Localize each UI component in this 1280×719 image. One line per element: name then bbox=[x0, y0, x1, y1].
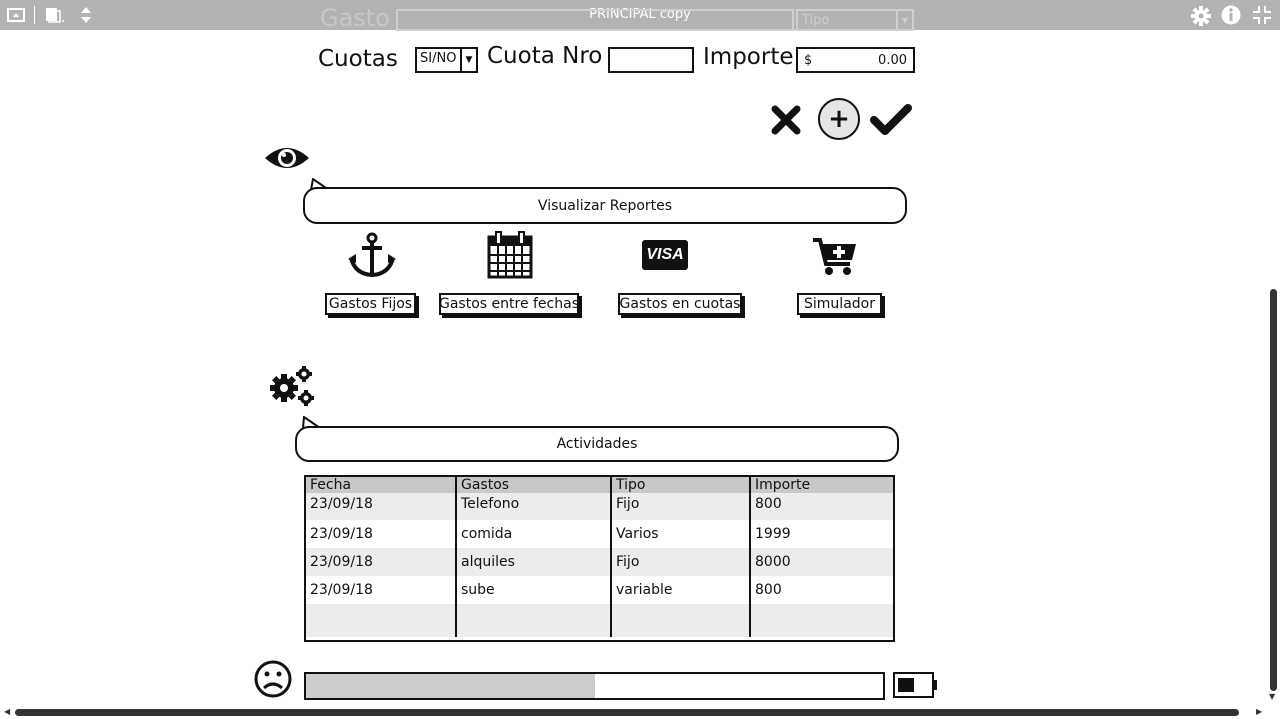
column-header-tipo[interactable]: Tipo bbox=[611, 477, 751, 493]
table-cell: comida bbox=[456, 520, 612, 548]
gastos-en-cuotas-button[interactable]: Gastos en cuotas bbox=[618, 293, 742, 315]
progress-fill bbox=[306, 674, 595, 698]
anchor-icon bbox=[347, 232, 397, 282]
table-cell: 800 bbox=[755, 582, 782, 598]
column-header-fecha[interactable]: Fecha bbox=[306, 477, 457, 493]
gastos-fijos-button[interactable]: Gastos Fijos bbox=[325, 293, 416, 315]
expand-icon[interactable] bbox=[79, 5, 93, 28]
activities-table: Fecha Gastos Tipo Importe 23/09/18 Telef… bbox=[304, 475, 895, 642]
reports-callout: Visualizar Reportes bbox=[303, 187, 907, 224]
scroll-down-arrow-icon[interactable]: ▼ bbox=[1269, 692, 1275, 701]
scroll-right-arrow-icon[interactable]: ▶ bbox=[1256, 707, 1262, 716]
tipo-select-value: Tipo bbox=[802, 12, 830, 28]
table-row[interactable]: 23/09/18 Telefono Fijo 800 bbox=[306, 493, 893, 520]
toolbar-divider bbox=[34, 6, 35, 24]
gears-icon bbox=[268, 364, 316, 412]
cart-plus-icon bbox=[812, 236, 858, 280]
cuota-nro-label: Cuota Nro bbox=[487, 43, 603, 69]
calendar-icon bbox=[487, 231, 533, 283]
battery-icon bbox=[893, 672, 939, 702]
table-cell: 23/09/18 bbox=[306, 576, 457, 604]
table-cell: 800 bbox=[750, 493, 893, 520]
table-cell bbox=[611, 604, 751, 637]
copy-pages-icon[interactable] bbox=[44, 6, 66, 27]
importe-input[interactable]: $ 0.00 bbox=[796, 47, 915, 73]
scroll-left-arrow-icon[interactable]: ◀ bbox=[4, 707, 10, 716]
cuotas-label: Cuotas bbox=[318, 46, 398, 72]
gastos-entre-fechas-button[interactable]: Gastos entre fechas bbox=[439, 293, 579, 315]
x-icon[interactable] bbox=[770, 104, 802, 140]
importe-label: Importe bbox=[703, 44, 794, 70]
column-header-gastos[interactable]: Gastos bbox=[456, 477, 612, 493]
window-icon[interactable] bbox=[7, 7, 25, 26]
table-header-row: Fecha Gastos Tipo Importe bbox=[306, 477, 893, 493]
chevron-down-icon: ▼ bbox=[460, 49, 476, 71]
importe-value: 0.00 bbox=[878, 52, 907, 68]
gear-icon[interactable] bbox=[1191, 6, 1211, 29]
table-cell bbox=[306, 604, 457, 637]
table-cell: 8000 bbox=[750, 548, 893, 576]
cuotas-select[interactable]: SI/NO ▼ bbox=[415, 47, 478, 73]
table-cell: 23/09/18 bbox=[306, 548, 457, 576]
table-cell: Fijo bbox=[611, 493, 751, 520]
gasto-input[interactable] bbox=[396, 9, 794, 31]
info-icon[interactable] bbox=[1221, 5, 1241, 28]
table-cell: Varios bbox=[611, 520, 751, 548]
visa-card-text: VISA bbox=[646, 246, 684, 263]
add-button[interactable]: + bbox=[818, 98, 860, 140]
column-header-importe[interactable]: Importe bbox=[750, 477, 893, 493]
table-cell bbox=[750, 604, 893, 637]
table-cell bbox=[456, 604, 612, 637]
table-cell: 23/09/18 bbox=[306, 520, 457, 548]
activities-title: Actividades bbox=[556, 436, 638, 452]
plus-icon: + bbox=[828, 104, 850, 134]
table-cell: variable bbox=[611, 576, 751, 604]
gasto-label: Gasto bbox=[320, 4, 390, 32]
table-row[interactable] bbox=[306, 604, 893, 637]
reports-title: Visualizar Reportes bbox=[537, 197, 673, 214]
checkmark-icon[interactable] bbox=[870, 103, 912, 141]
simulador-button[interactable]: Simulador bbox=[797, 293, 882, 315]
table-cell: Telefono bbox=[456, 493, 612, 520]
chevron-down-icon: ▼ bbox=[896, 11, 912, 29]
visa-card-icon: VISA bbox=[642, 240, 688, 270]
table-cell: 1999 bbox=[755, 526, 791, 542]
eye-icon bbox=[263, 142, 311, 178]
fullscreen-exit-icon[interactable] bbox=[1252, 5, 1272, 28]
table-cell: 23/09/18 bbox=[306, 493, 457, 520]
sad-face-icon bbox=[253, 659, 293, 703]
table-cell: alquiles bbox=[456, 548, 612, 576]
progress-bar bbox=[304, 672, 885, 700]
cuotas-select-value: SI/NO bbox=[420, 51, 457, 66]
tipo-select[interactable]: Tipo ▼ bbox=[796, 9, 914, 31]
importe-currency: $ bbox=[804, 52, 813, 68]
horizontal-scrollbar[interactable] bbox=[15, 709, 1239, 716]
table-row[interactable]: 23/09/18 alquiles Fijo 8000 bbox=[306, 548, 893, 576]
table-cell: Fijo bbox=[611, 548, 751, 576]
vertical-scrollbar[interactable] bbox=[1270, 289, 1277, 691]
table-cell: sube bbox=[456, 576, 612, 604]
table-row[interactable]: 23/09/18 comida Varios 1999 bbox=[306, 520, 893, 548]
activities-callout: Actividades bbox=[295, 426, 899, 462]
cuota-nro-input[interactable] bbox=[608, 47, 694, 73]
table-row[interactable]: 23/09/18 sube variable 800 bbox=[306, 576, 893, 604]
